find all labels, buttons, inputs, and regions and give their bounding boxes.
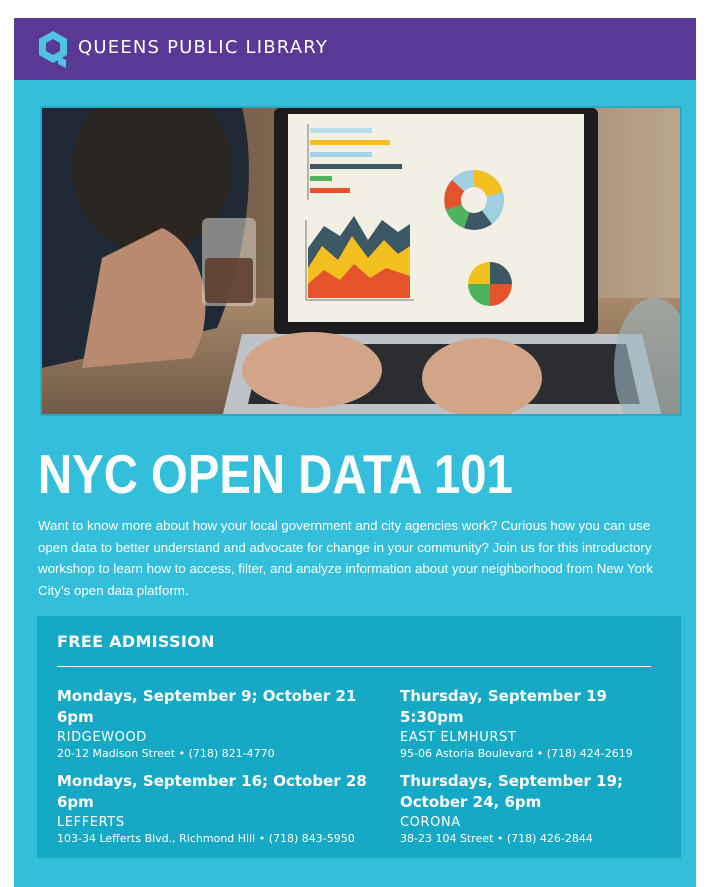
event-date: Mondays, September 16; October 28 xyxy=(57,772,367,790)
event-time: October 24, 6pm xyxy=(400,793,542,811)
event-date: Mondays, September 9; October 21 xyxy=(57,687,357,705)
divider xyxy=(57,666,651,667)
laptop-photo-illustration xyxy=(42,108,680,414)
info-panel: FREE ADMISSION Mondays, September 9; Oct… xyxy=(37,616,681,858)
header-bar: QUEENS PUBLIC LIBRARY xyxy=(14,18,696,80)
event-time: 6pm xyxy=(57,708,94,726)
event-location: CORONA xyxy=(400,815,461,830)
event-east-elmhurst: Thursday, September 19 5:30pm EAST ELMHU… xyxy=(400,686,633,762)
event-address: 38-23 104 Street • (718) 426-2844 xyxy=(400,832,593,845)
event-ridgewood: Mondays, September 9; October 21 6pm RID… xyxy=(57,686,356,762)
event-time: 6pm xyxy=(57,793,94,811)
event-time: 5:30pm xyxy=(400,708,464,726)
admission-heading: FREE ADMISSION xyxy=(57,632,215,651)
event-address: 20-12 Madison Street • (718) 821-4770 xyxy=(57,747,275,760)
event-location: LEFFERTS xyxy=(57,815,125,830)
event-location: RIDGEWOOD xyxy=(57,730,147,745)
poster: QUEENS PUBLIC LIBRARY NYC OPEN DATA 101 … xyxy=(14,18,696,887)
event-address: 103-34 Lefferts Blvd., Richmond Hill • (… xyxy=(57,832,355,845)
event-date: Thursday, September 19 xyxy=(400,687,607,705)
hero-photo xyxy=(40,106,682,416)
event-corona: Thursdays, September 19; October 24, 6pm… xyxy=(400,771,623,847)
description: Want to know more about how your local g… xyxy=(38,518,653,598)
event-date: Thursdays, September 19; xyxy=(400,772,624,790)
event-location: EAST ELMHURST xyxy=(400,730,517,745)
queens-library-q-logo-icon xyxy=(39,31,67,68)
event-lefferts: Mondays, September 16; October 28 6pm LE… xyxy=(57,771,367,847)
brand-name: QUEENS PUBLIC LIBRARY xyxy=(78,37,329,58)
page-title: NYC OPEN DATA 101 xyxy=(38,443,513,505)
event-address: 95-06 Astoria Boulevard • (718) 424-2619 xyxy=(400,747,633,760)
